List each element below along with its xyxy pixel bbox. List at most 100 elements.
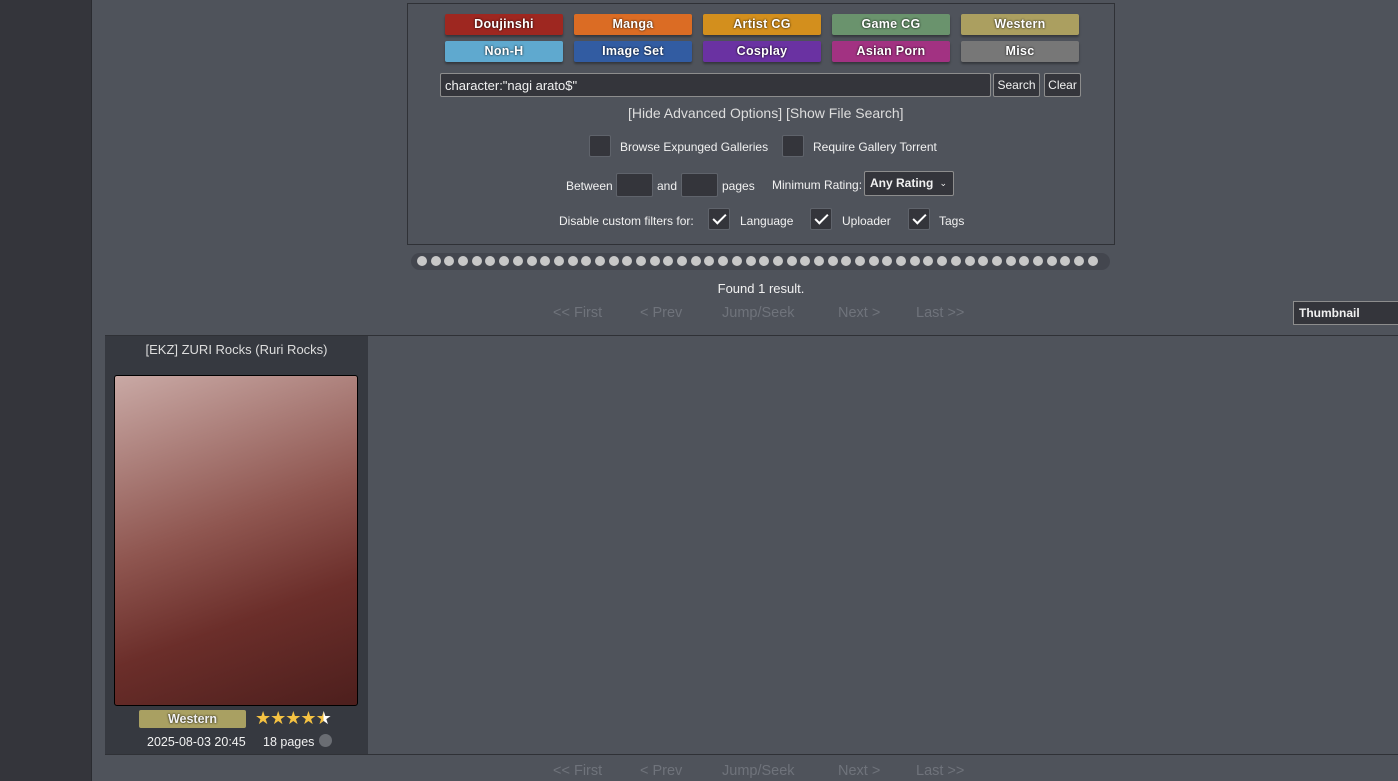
loading-dots [411,253,1110,270]
page-count: 18 pages [263,735,315,749]
display-mode-select[interactable]: Thumbnail [1293,301,1398,325]
disable-filters-label: Disable custom filters for: [559,214,694,228]
dot [896,256,907,266]
dot [923,256,934,266]
dot [622,256,633,266]
dot [786,256,797,266]
expunged-checkbox[interactable] [589,135,611,157]
pages-label: pages [722,179,755,193]
dot [417,256,427,266]
dot [499,256,510,266]
dot [677,256,688,266]
search-box: Doujinshi Manga Artist CG Game CG Western Non… [407,3,1115,245]
uploader-label: Uploader [842,214,891,228]
dot [991,256,1002,266]
category-game-cg[interactable]: Game CG [832,14,950,35]
tags-label: Tags [939,214,965,228]
dot [444,256,455,266]
uploader-checkbox[interactable] [810,208,832,230]
chevron-down-icon: ⌄ [939,178,947,188]
category-cosplay[interactable]: Cosplay [703,41,821,62]
search-button[interactable]: Search [993,73,1040,97]
search-input[interactable] [440,73,991,97]
dot [964,256,975,266]
jump-seek-link[interactable]: Jump/Seek [722,763,795,779]
torrent-label: Require Gallery Torrent [813,140,937,154]
dot [553,256,564,266]
next-page-link[interactable]: Next > [838,305,880,321]
dot [841,256,852,266]
dot [458,256,469,266]
show-file-search-link[interactable]: [Show File Search] [786,105,904,121]
category-western[interactable]: Western [961,14,1079,35]
expunged-label: Browse Expunged Galleries [620,140,769,154]
download-icon[interactable] [319,734,332,747]
max-pages-input[interactable] [681,173,718,197]
category-misc[interactable]: Misc [961,41,1079,62]
dot [540,256,551,266]
result-count: Found 1 result. [717,281,805,296]
rating-value: Any Rating [870,176,934,190]
first-page-link[interactable]: << First [553,763,602,779]
dot [581,256,592,266]
category-badge[interactable]: Western [139,710,246,728]
clear-button[interactable]: Clear [1044,73,1081,97]
dot [1005,256,1016,266]
dot [471,256,482,266]
language-label: Language [740,214,794,228]
category-filters: Doujinshi Manga Artist CG Game CG Western Non… [445,14,1079,62]
gallery-thumbnail[interactable] [114,375,358,706]
prev-page-link[interactable]: < Prev [640,763,682,779]
category-asian-porn[interactable]: Asian Porn [832,41,950,62]
star-icon: ★ [285,708,301,728]
dot [937,256,948,266]
category-manga[interactable]: Manga [574,14,692,35]
dot [649,256,660,266]
divider [105,754,1398,755]
rating-stars: ★★★★★ [255,708,332,729]
gallery-title[interactable]: [EKZ] ZURI Rocks (Ruri Rocks) [105,342,368,357]
dot [745,256,756,266]
min-rating-select[interactable]: Any Rating ⌄ [864,171,954,196]
min-rating-label: Minimum Rating: [772,178,863,192]
dot [526,256,537,266]
dot [1060,256,1071,266]
dot [950,256,961,266]
tags-checkbox[interactable] [908,208,930,230]
dot [813,256,824,266]
category-image-set[interactable]: Image Set [574,41,692,62]
dot [1019,256,1030,266]
prev-page-link[interactable]: < Prev [640,305,682,321]
posted-date: 2025-08-03 20:45 [147,735,246,749]
next-page-link[interactable]: Next > [838,763,880,779]
first-page-link[interactable]: << First [553,305,602,321]
dot [636,256,646,266]
dot [512,256,523,266]
star-icon: ★ [270,708,286,728]
dot [1074,256,1084,266]
last-page-link[interactable]: Last >> [916,763,964,779]
star-icon: ★ [315,708,332,728]
category-non-h[interactable]: Non-H [445,41,563,62]
hide-advanced-link[interactable]: [Hide Advanced Options] [628,105,782,121]
dot [1046,256,1057,266]
dot [759,256,770,266]
category-artist-cg[interactable]: Artist CG [703,14,821,35]
last-page-link[interactable]: Last >> [916,305,964,321]
min-pages-input[interactable] [616,173,653,197]
dot [772,256,783,266]
dot [978,256,989,266]
star-icon: ★ [300,708,316,728]
dot [718,256,729,266]
gallery-card: [EKZ] ZURI Rocks (Ruri Rocks) Western ★★… [105,336,368,754]
dot [855,256,865,266]
dot [594,256,605,266]
dot [663,256,674,266]
torrent-checkbox[interactable] [782,135,804,157]
jump-seek-link[interactable]: Jump/Seek [722,305,795,321]
between-label: Between [566,179,613,193]
dot [704,256,715,266]
category-doujinshi[interactable]: Doujinshi [445,14,563,35]
dot [909,256,920,266]
language-checkbox[interactable] [708,208,730,230]
